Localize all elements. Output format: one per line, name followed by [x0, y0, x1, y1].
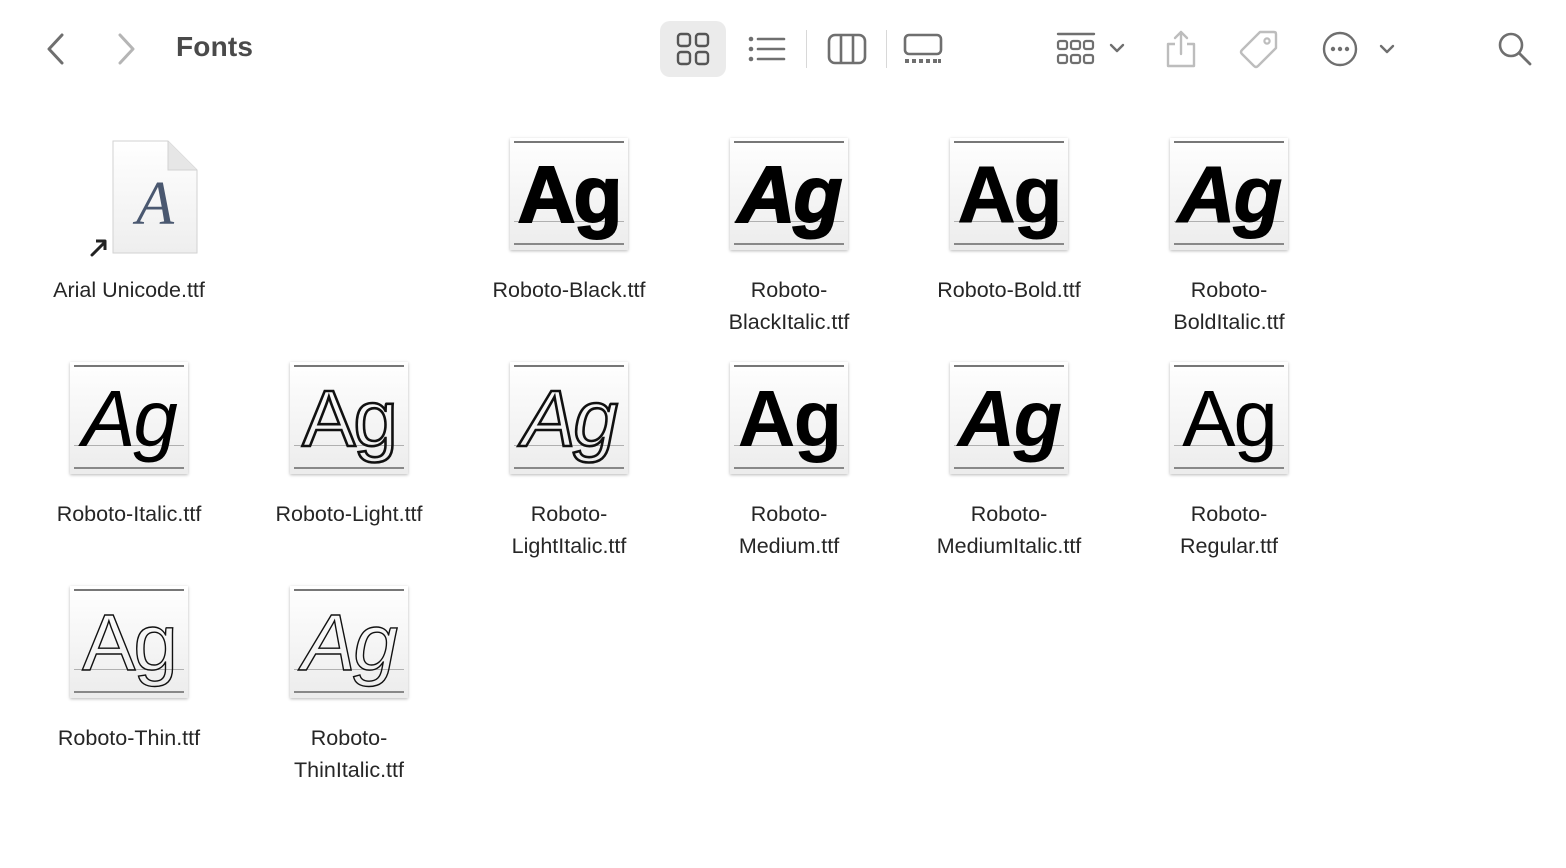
file-name: Roboto- MediumItalic.ttf: [936, 502, 1082, 558]
back-button[interactable]: [36, 28, 76, 70]
gallery-view-button[interactable]: [893, 21, 953, 77]
font-preview-glyph: Ag: [81, 597, 178, 687]
font-preview-glyph: Ag: [301, 373, 399, 465]
document-alias-icon: A: [24, 130, 234, 258]
file-item[interactable]: Ag Roboto-Italic.ttf: [24, 354, 234, 530]
tag-button[interactable]: [1234, 21, 1284, 77]
file-item[interactable]: Ag Roboto-Thin.ttf: [24, 578, 234, 754]
file-item[interactable]: Ag Roboto- BoldItalic.ttf: [1124, 130, 1334, 338]
file-name: Roboto-Bold.ttf: [937, 278, 1081, 302]
font-preview-glyph: Ag: [737, 374, 843, 463]
alias-arrow-icon: [90, 239, 107, 257]
font-file-icon: Ag: [684, 354, 894, 482]
font-file-icon: Ag: [24, 578, 234, 706]
font-preview-card: Ag: [1170, 362, 1288, 474]
file-item[interactable]: Ag Roboto- ThinItalic.ttf: [244, 578, 454, 786]
file-name: Roboto-Thin.ttf: [57, 726, 201, 750]
ellipsis-circle-icon: [1322, 31, 1395, 67]
font-preview-glyph: Ag: [82, 374, 178, 463]
grid-view-icon: [676, 32, 710, 66]
document-glyph: A: [132, 170, 175, 238]
forward-button[interactable]: [106, 28, 146, 70]
gallery-view-icon: [903, 33, 943, 63]
list-view-icon: [748, 36, 786, 62]
file-name: Arial Unicode.ttf: [53, 278, 205, 302]
font-file-icon: Ag: [464, 354, 674, 482]
file-name: Roboto- LightItalic.ttf: [511, 502, 627, 558]
toolbar-divider: [886, 30, 887, 68]
font-preview-card: Ag: [70, 586, 188, 698]
file-item[interactable]: Ag Roboto-Bold.ttf: [904, 130, 1114, 306]
font-preview-glyph: Ag: [301, 597, 398, 687]
font-file-icon: Ag: [464, 130, 674, 258]
file-name: Roboto- Medium.ttf: [738, 502, 840, 558]
font-preview-glyph: Ag: [957, 150, 1063, 240]
file-item[interactable]: Ag Roboto- LightItalic.ttf: [464, 354, 674, 562]
file-name: Roboto- BlackItalic.ttf: [728, 278, 850, 334]
file-name: Roboto- ThinItalic.ttf: [294, 726, 404, 782]
font-preview-glyph: Ag: [521, 373, 619, 465]
file-item[interactable]: Ag Roboto- BlackItalic.ttf: [684, 130, 894, 338]
chevron-left-icon: [47, 33, 64, 65]
file-name: Roboto- BoldItalic.ttf: [1173, 278, 1285, 334]
file-item[interactable]: Ag Roboto-Light.ttf: [244, 354, 454, 530]
file-item[interactable]: A Arial Unicode.ttf: [24, 130, 234, 306]
font-preview-glyph: Ag: [517, 149, 624, 240]
folder-title: Fonts: [176, 31, 254, 62]
font-file-icon: Ag: [1124, 130, 1334, 258]
chevron-right-icon: [118, 33, 135, 65]
column-view-icon: [827, 33, 867, 65]
group-by-button[interactable]: [1040, 21, 1132, 77]
font-file-icon: Ag: [1124, 354, 1334, 482]
font-preview-card: Ag: [730, 362, 848, 474]
file-item[interactable]: Ag Roboto- Regular.ttf: [1124, 354, 1334, 562]
font-preview-glyph: Ag: [737, 149, 844, 240]
font-file-icon: Ag: [684, 130, 894, 258]
font-preview-card: Ag: [1170, 138, 1288, 250]
font-preview-card: Ag: [290, 362, 408, 474]
font-file-icon: Ag: [244, 354, 454, 482]
more-actions-button[interactable]: [1318, 21, 1400, 77]
font-preview-card: Ag: [70, 362, 188, 474]
file-name: Roboto-Italic.ttf: [56, 502, 202, 526]
font-file-icon: Ag: [24, 354, 234, 482]
font-preview-glyph: Ag: [957, 374, 1063, 463]
font-preview-card: Ag: [510, 138, 628, 250]
font-file-icon: Ag: [244, 578, 454, 706]
list-view-button[interactable]: [737, 21, 797, 77]
search-button[interactable]: [1492, 21, 1538, 77]
finder-window: Fonts A Arial Unicode.ttf Ag Roboto-Blac…: [0, 0, 1566, 868]
font-preview-glyph: Ag: [1182, 374, 1278, 463]
file-name: Roboto-Light.ttf: [275, 502, 423, 526]
file-name: Roboto- Regular.ttf: [1180, 502, 1278, 558]
column-view-button[interactable]: [817, 21, 877, 77]
toolbar-divider: [806, 30, 807, 68]
file-item[interactable]: Ag Roboto- Medium.ttf: [684, 354, 894, 562]
font-document-icon: A: [112, 140, 198, 254]
search-icon: [1498, 32, 1532, 66]
group-by-icon: [1056, 32, 1125, 65]
icon-view-button[interactable]: [660, 21, 726, 77]
font-preview-glyph: Ag: [1177, 150, 1283, 240]
font-preview-card: Ag: [730, 138, 848, 250]
share-icon: [1166, 30, 1196, 68]
font-file-icon: Ag: [904, 354, 1114, 482]
file-item[interactable]: Ag Roboto- MediumItalic.ttf: [904, 354, 1114, 562]
font-file-icon: Ag: [904, 130, 1114, 258]
font-preview-card: Ag: [290, 586, 408, 698]
font-preview-card: Ag: [950, 362, 1068, 474]
tag-icon: [1239, 30, 1278, 69]
font-preview-card: Ag: [950, 138, 1068, 250]
toolbar: Fonts: [0, 0, 1566, 100]
file-name: Roboto-Black.ttf: [492, 278, 646, 302]
font-preview-card: Ag: [510, 362, 628, 474]
share-button[interactable]: [1156, 21, 1206, 77]
file-item[interactable]: Ag Roboto-Black.ttf: [464, 130, 674, 306]
